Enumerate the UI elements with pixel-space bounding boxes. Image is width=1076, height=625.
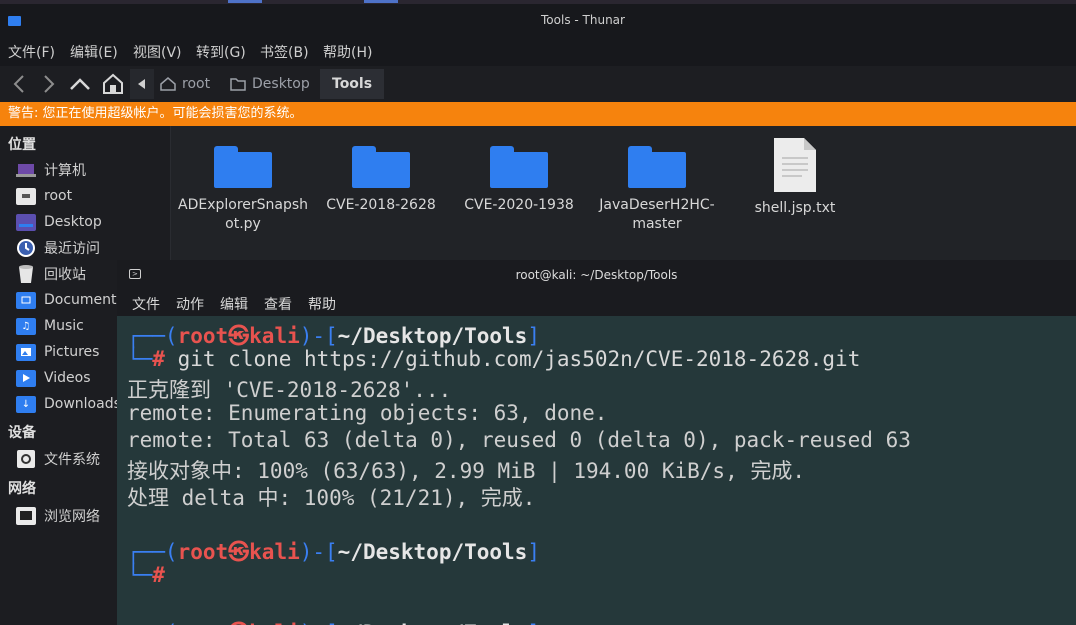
output-line: remote: Total 63 (delta 0), reused 0 (de… [127,428,911,452]
sidebar-item-root[interactable]: root [16,185,72,207]
terminal-menu-file[interactable]: 文件 [132,294,160,314]
sidebar-item-trash[interactable]: 回收站 [16,263,86,285]
root-warning-bar: 警告: 您正在使用超级帐户。可能会损害您的系统。 [0,102,1076,126]
terminal-titlebar[interactable]: > root@kali: ~/Desktop/Tools [117,260,1076,290]
menu-go[interactable]: 转到(G) [196,42,246,62]
sidebar-item-pictures[interactable]: Pictures [16,341,99,363]
terminal-menubar: 文件 动作 编辑 查看 帮助 [117,290,1076,316]
prompt-line: ┌──(root㉿kali)-[~/Desktop/Tools] [127,540,540,564]
breadcrumb-desktop[interactable]: Desktop [230,69,310,99]
terminal-menu-actions[interactable]: 动作 [176,294,204,314]
folder-icon [352,138,410,188]
window-title: Tools - Thunar [541,13,625,27]
back-icon[interactable] [6,71,32,97]
terminal-output[interactable]: ┌──(root㉿kali)-[~/Desktop/Tools] └─# git… [117,316,1076,625]
text-file-icon [774,138,816,192]
folder-icon [628,138,686,188]
drive-icon [16,450,36,468]
breadcrumb-current[interactable]: Tools [320,69,385,99]
location-toolbar: root Desktop Tools [0,66,1076,102]
sidebar-item-computer[interactable]: 计算机 [16,159,86,181]
menu-file[interactable]: 文件(F) [8,42,55,62]
home-small-icon [160,77,176,91]
file-item[interactable]: CVE-2020-1938 [454,138,584,215]
breadcrumb-root[interactable]: root [160,69,210,99]
sidebar-item-downloads[interactable]: ↓ Downloads [16,393,121,415]
home-icon[interactable] [100,71,126,97]
terminal-title: root@kali: ~/Desktop/Tools [515,268,678,282]
file-item[interactable]: CVE-2018-2628 [316,138,446,215]
videos-folder-icon [16,369,36,387]
menu-view[interactable]: 视图(V) [133,42,182,62]
network-header: 网络 [8,481,36,497]
breadcrumb-label: Desktop [252,76,310,92]
forward-icon[interactable] [36,71,62,97]
menu-bookmarks[interactable]: 书签(B) [260,42,309,62]
prompt-line: ┌──(root㉿kali)-[~/Desktop/Tools] [127,324,540,348]
documents-folder-icon [16,291,36,309]
sidebar-item-filesystem[interactable]: 文件系统 [16,448,100,470]
folder-small-icon [230,78,246,91]
file-item[interactable]: ADExplorerSnapsh ot.py [178,138,308,234]
recent-icon [16,239,36,257]
workspace-indicator [228,0,262,3]
menu-help[interactable]: 帮助(H) [323,42,372,62]
file-item[interactable]: shell.jsp.txt [730,138,860,218]
desktop-icon [16,213,36,231]
downloads-folder-icon: ↓ [16,395,36,413]
prompt-line: ┌──(root㉿kali)-[~/Desktop/Tools] [127,617,540,625]
file-item[interactable]: JavaDeserH2HC-master [592,138,722,234]
menubar: 文件(F) 编辑(E) 视图(V) 转到(G) 书签(B) 帮助(H) [0,36,1076,66]
terminal-window[interactable]: > root@kali: ~/Desktop/Tools 文件 动作 编辑 查看… [117,260,1076,625]
places-header: 位置 [8,137,36,153]
sidebar-item-desktop[interactable]: Desktop [16,211,102,233]
output-line: 处理 delta 中: 100% (21/21), 完成. [127,486,536,510]
computer-icon [16,162,36,179]
output-line: 接收对象中: 100% (63/63), 2.99 MiB | 194.00 K… [127,459,806,483]
trash-icon [16,265,36,283]
folder-icon [214,138,272,188]
folder-icon [490,138,548,188]
sidebar-item-documents[interactable]: Documents [16,289,124,311]
sidebar-item-music[interactable]: ♫ Music [16,315,84,337]
command-line: └─# git clone https://github.com/jas502n… [127,347,861,371]
output-line: remote: Enumerating objects: 63, done. [127,401,608,425]
output-line: 正克隆到 'CVE-2018-2628'... [127,378,452,402]
terminal-menu-edit[interactable]: 编辑 [220,294,248,314]
devices-header: 设备 [8,425,36,441]
workspace-indicator [364,0,398,3]
command-line: └─# [127,563,165,587]
pictures-folder-icon [16,343,36,361]
terminal-menu-view[interactable]: 查看 [264,294,292,314]
sidebar-item-recent[interactable]: 最近访问 [16,237,100,259]
sidebar-item-videos[interactable]: Videos [16,367,91,389]
music-folder-icon: ♫ [16,317,36,335]
network-icon [16,507,36,525]
path-left-arrow-icon[interactable] [130,69,154,99]
sidebar-item-browse-network[interactable]: 浏览网络 [16,505,100,527]
home-folder-icon [16,187,36,205]
terminal-menu-help[interactable]: 帮助 [308,294,336,314]
up-icon[interactable] [67,71,93,97]
menu-edit[interactable]: 编辑(E) [70,42,118,62]
breadcrumb-label: root [182,76,211,92]
window-titlebar[interactable]: Tools - Thunar [0,4,1076,36]
